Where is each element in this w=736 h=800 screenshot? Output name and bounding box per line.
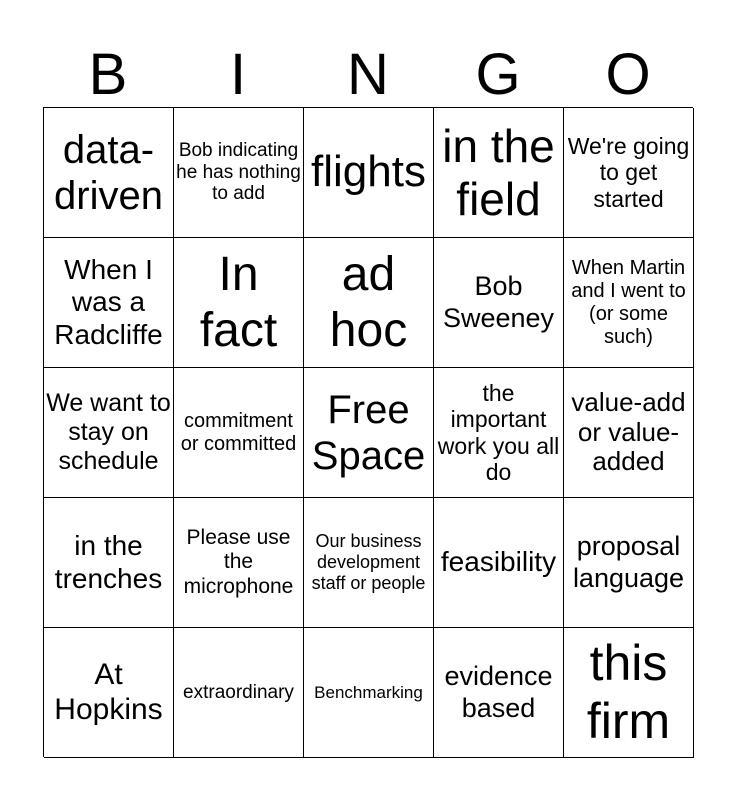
cell-text: ad hoc [329,248,408,357]
cell-text: When I was a Radcliffe [54,254,163,350]
cell-text: In fact [199,248,278,357]
bingo-cell[interactable]: evidence based [434,628,564,758]
bingo-cell[interactable]: We want to stay on schedule [44,368,174,498]
bingo-cell[interactable]: feasibility [434,498,564,628]
header-letter-g: G [475,42,521,107]
cell-text: flights [311,147,426,197]
cell-text: Benchmarking [314,682,423,702]
cell-text: extraordinary [183,681,294,703]
bingo-cell[interactable]: this firm [564,628,694,758]
cell-text: the important work you all do [437,379,560,485]
bingo-cell[interactable]: flights [304,108,434,238]
cell-text: Bob indicating he has nothing to add [176,139,301,205]
cell-text: value-add or value-added [571,386,686,477]
header-letter-o: O [605,42,651,107]
bingo-cell[interactable]: Please use the microphone [174,498,304,628]
bingo-cell[interactable]: ad hoc [304,238,434,368]
cell-text: feasibility [440,546,557,578]
bingo-cell[interactable]: in the trenches [44,498,174,628]
bingo-cell[interactable]: the important work you all do [434,368,564,498]
free-space-cell[interactable]: Free Space [304,368,434,498]
cell-text: in the trenches [54,530,163,594]
cell-text: evidence based [444,661,553,723]
cell-text: commitment or committed [180,409,297,455]
header-letter-i: I [229,42,247,107]
cell-text: Bob Sweeney [442,271,555,333]
cell-text: this firm [586,635,671,749]
bingo-cell[interactable]: We're going to get started [564,108,694,238]
cell-text: Our business development staff or people [311,531,426,593]
cell-text: Please use the microphone [183,526,294,598]
bingo-cell[interactable]: proposal language [564,498,694,628]
cell-text: When Martin and I went to (or some such) [571,256,686,348]
bingo-cell[interactable]: in the field [434,108,564,238]
bingo-cell[interactable]: value-add or value-added [564,368,694,498]
bingo-cell[interactable]: At Hopkins [44,628,174,758]
cell-text: We're going to get started [567,132,690,212]
cell-text: in the field [442,119,555,225]
header-letter-n: N [347,42,389,107]
bingo-cell[interactable]: When I was a Radcliffe [44,238,174,368]
cell-text: At Hopkins [54,658,163,726]
bingo-cell[interactable]: Our business development staff or people [304,498,434,628]
bingo-cell[interactable]: Bob indicating he has nothing to add [174,108,304,238]
bingo-cell[interactable]: Bob Sweeney [434,238,564,368]
bingo-cell[interactable]: In fact [174,238,304,368]
cell-text: Free Space [311,387,426,478]
bingo-header: B I N G O [43,40,693,110]
cell-text: We want to stay on schedule [46,389,171,475]
bingo-cell[interactable]: commitment or committed [174,368,304,498]
cell-text: proposal language [572,531,685,593]
bingo-cell[interactable]: extraordinary [174,628,304,758]
bingo-cell[interactable]: When Martin and I went to (or some such) [564,238,694,368]
bingo-grid: data-driven Bob indicating he has nothing… [43,107,694,758]
header-letter-b: B [88,42,128,107]
bingo-cell[interactable]: data-driven [44,108,174,238]
cell-text: data-driven [54,127,163,218]
bingo-cell[interactable]: Benchmarking [304,628,434,758]
